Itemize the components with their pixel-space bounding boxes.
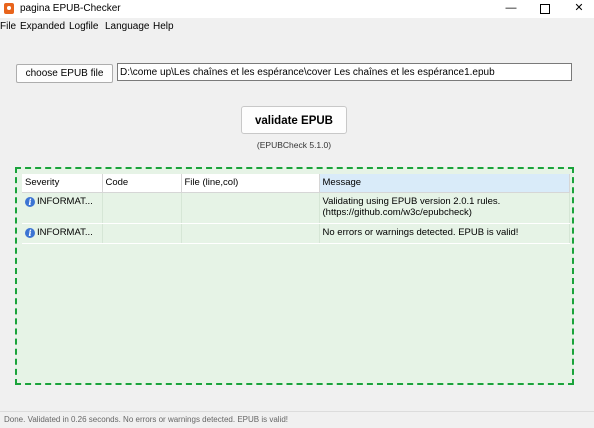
column-severity[interactable]: Severity (22, 174, 103, 193)
status-text: Done. Validated in 0.26 seconds. No erro… (4, 415, 288, 424)
column-file[interactable]: File (line,col) (181, 174, 320, 193)
file-path-field[interactable]: D:\come up\Les chaînes et les espérance\… (117, 63, 572, 81)
results-table: Severity Code File (line,col) Message iI… (22, 174, 570, 244)
table-row[interactable]: i INFORMAT... No errors or warnings detec… (22, 223, 570, 244)
column-message[interactable]: Message (319, 174, 570, 193)
message-line: Validating using EPUB version 2.0.1 rule… (322, 195, 501, 207)
epubcheck-version: (EPUBCheck 5.1.0) (256, 140, 332, 150)
window-title: pagina EPUB-Checker (20, 3, 121, 14)
info-icon: i (25, 196, 35, 207)
app-icon (4, 3, 14, 14)
message-cell: Validating using EPUB version 2.0.1 rule… (319, 192, 570, 224)
menu-language[interactable]: Language (105, 21, 150, 32)
file-cell (181, 192, 320, 224)
info-icon: i (25, 227, 35, 238)
validate-button[interactable]: validate EPUB (241, 106, 347, 134)
table-row[interactable]: i INFORMAT... Validating using EPUB versi… (22, 192, 570, 224)
menu-help[interactable]: Help (153, 21, 174, 32)
title-bar: pagina EPUB-Checker — ✕ (0, 0, 594, 18)
severity-cell: i INFORMAT... (22, 192, 103, 224)
severity-cell: i INFORMAT... (22, 223, 103, 244)
code-cell (102, 192, 182, 224)
message-cell: No errors or warnings detected. EPUB is … (319, 223, 570, 244)
menu-expanded[interactable]: Expanded (20, 21, 65, 32)
maximize-icon (540, 4, 550, 14)
file-cell (181, 223, 320, 244)
message-line: (https://github.com/w3c/epubcheck) (322, 206, 472, 218)
results-panel: Severity Code File (line,col) Message iI… (15, 167, 574, 385)
message-line: No errors or warnings detected. EPUB is … (322, 226, 519, 238)
column-code[interactable]: Code (102, 174, 182, 193)
maximize-button[interactable] (528, 0, 562, 18)
choose-epub-button[interactable]: choose EPUB file (16, 64, 113, 83)
severity-text: INFORMAT... (37, 226, 93, 238)
status-bar: Done. Validated in 0.26 seconds. No erro… (0, 411, 594, 428)
close-button[interactable]: ✕ (562, 0, 594, 18)
severity-text: INFORMAT... (37, 195, 93, 207)
menu-file[interactable]: File (0, 21, 16, 32)
minimize-button[interactable]: — (494, 0, 528, 18)
code-cell (102, 223, 182, 244)
menu-logfile[interactable]: Logfile (69, 21, 98, 32)
